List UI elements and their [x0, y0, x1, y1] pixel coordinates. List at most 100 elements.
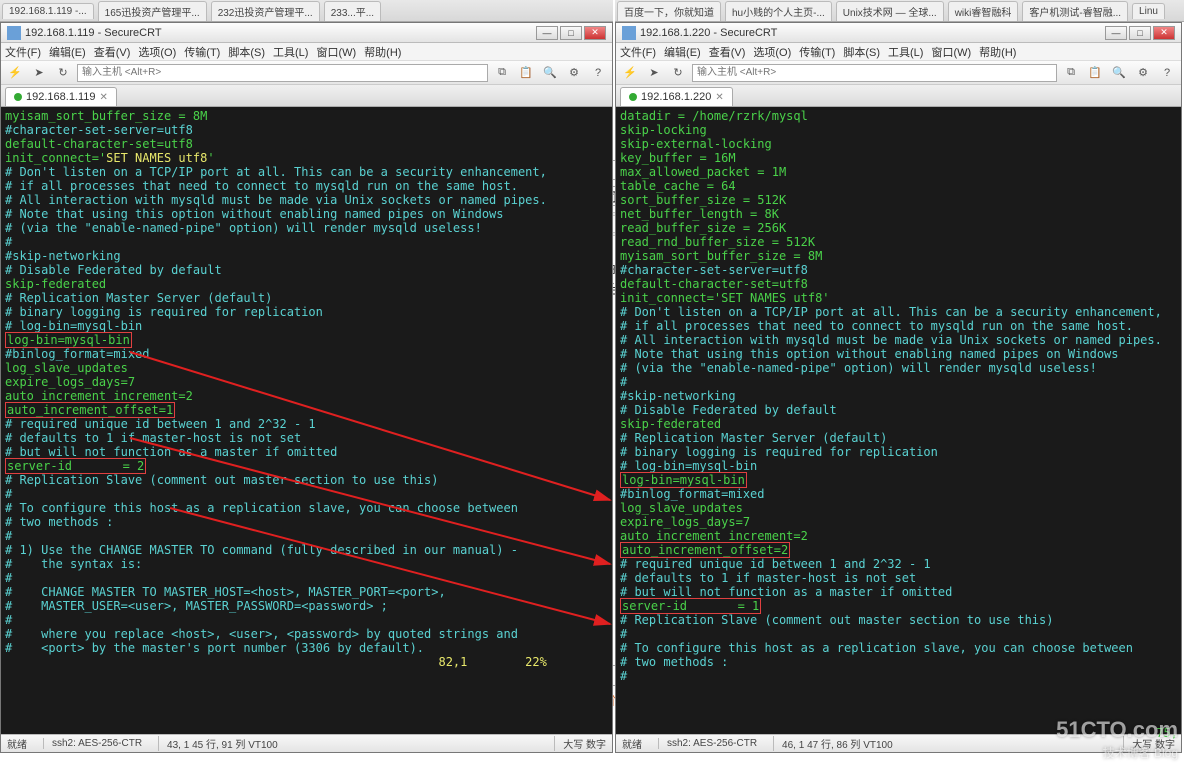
- terminal-line: skip-federated: [5, 277, 608, 291]
- paste-icon[interactable]: 📋: [1085, 64, 1105, 82]
- menu-item[interactable]: 选项(O): [753, 44, 791, 60]
- terminal-left[interactable]: myisam_sort_buffer_size = 8M#character-s…: [1, 107, 612, 734]
- terminal-line: # (via the "enable-named-pipe" option) w…: [5, 221, 608, 235]
- menu-item[interactable]: 脚本(S): [843, 44, 880, 60]
- menu-item[interactable]: 帮助(H): [364, 44, 401, 60]
- connect-icon[interactable]: ⚡: [5, 64, 25, 82]
- menu-item[interactable]: 帮助(H): [979, 44, 1016, 60]
- close-button[interactable]: ✕: [1153, 26, 1175, 40]
- window-title: 192.168.1.220 - SecureCRT: [640, 27, 777, 39]
- browser-tab[interactable]: 232迅投资产管理平...: [211, 1, 320, 21]
- terminal-line: #: [5, 529, 608, 543]
- close-tab-icon[interactable]: ✕: [100, 92, 108, 103]
- menu-item[interactable]: 窗口(W): [316, 44, 356, 60]
- reconnect-icon[interactable]: ↻: [668, 64, 688, 82]
- session-tab[interactable]: 192.168.1.119 ✕: [5, 87, 117, 106]
- host-input-left[interactable]: [77, 64, 488, 82]
- find-icon[interactable]: 🔍: [540, 64, 560, 82]
- reconnect-icon[interactable]: ↻: [53, 64, 73, 82]
- terminal-line: default-character-set=utf8: [620, 277, 1177, 291]
- toolbar-right: ⚡ ➤ ↻ ⧉ 📋 🔍 ⚙ ?: [616, 61, 1181, 85]
- menu-item[interactable]: 选项(O): [138, 44, 176, 60]
- menu-item[interactable]: 工具(L): [273, 44, 308, 60]
- session-tabs-left: 192.168.1.119 ✕: [1, 85, 612, 107]
- window-title: 192.168.1.119 - SecureCRT: [25, 27, 162, 39]
- menu-item[interactable]: 编辑(E): [49, 44, 86, 60]
- terminal-line: auto_increment_increment=2: [620, 529, 1177, 543]
- status-position: 46, 1 47 行, 86 列 VT100: [773, 736, 893, 751]
- terminal-line: read_buffer_size = 256K: [620, 221, 1177, 235]
- browser-tab[interactable]: Linu: [1132, 3, 1165, 19]
- terminal-line: #: [620, 375, 1177, 389]
- paste-icon[interactable]: 📋: [516, 64, 536, 82]
- help-icon[interactable]: ?: [1157, 64, 1177, 82]
- terminal-line: #character-set-server=utf8: [620, 263, 1177, 277]
- terminal-line: log-bin=mysql-bin: [620, 473, 1177, 487]
- menu-item[interactable]: 文件(F): [620, 44, 656, 60]
- maximize-button[interactable]: □: [1129, 26, 1151, 40]
- terminal-line: #binlog_format=mixed: [5, 347, 608, 361]
- menu-item[interactable]: 传输(T): [799, 44, 835, 60]
- terminal-line: # defaults to 1 if master-host is not se…: [5, 431, 608, 445]
- find-icon[interactable]: 🔍: [1109, 64, 1129, 82]
- menu-item[interactable]: 窗口(W): [931, 44, 971, 60]
- terminal-line: # Replication Master Server (default): [620, 431, 1177, 445]
- terminal-line: log-bin=mysql-bin: [5, 333, 608, 347]
- close-button[interactable]: ✕: [584, 26, 606, 40]
- terminal-line: # <port> by the master's port number (33…: [5, 641, 608, 655]
- menu-item[interactable]: 编辑(E): [664, 44, 701, 60]
- terminal-line: # Don't listen on a TCP/IP port at all. …: [620, 305, 1177, 319]
- menu-item[interactable]: 文件(F): [5, 44, 41, 60]
- terminal-right[interactable]: datadir = /home/rzrk/mysqlskip-lockingsk…: [616, 107, 1181, 734]
- terminal-line: #binlog_format=mixed: [620, 487, 1177, 501]
- browser-tab[interactable]: hu小贱的个人主页-...: [725, 1, 832, 21]
- settings-icon[interactable]: ⚙: [1133, 64, 1153, 82]
- terminal-line: # Disable Federated by default: [5, 263, 608, 277]
- line-indicator-right: 75,: [1156, 726, 1178, 740]
- terminal-line: # log-bin=mysql-bin: [5, 319, 608, 333]
- minimize-button[interactable]: —: [1105, 26, 1127, 40]
- connect-icon[interactable]: ⚡: [620, 64, 640, 82]
- session-tab[interactable]: 192.168.1.220 ✕: [620, 87, 733, 106]
- terminal-line: # log-bin=mysql-bin: [620, 459, 1177, 473]
- terminal-line: # All interaction with mysqld must be ma…: [5, 193, 608, 207]
- browser-tab[interactable]: Unix技术网 — 全球...: [836, 1, 944, 21]
- session-tab-label: 192.168.1.119: [26, 91, 96, 103]
- browser-tab[interactable]: 192.168.1.119 -...: [2, 3, 94, 19]
- browser-tab[interactable]: wiki睿智融科: [948, 1, 1019, 21]
- help-icon[interactable]: ?: [588, 64, 608, 82]
- terminal-line: # Note that using this option without en…: [5, 207, 608, 221]
- quick-connect-icon[interactable]: ➤: [29, 64, 49, 82]
- menu-item[interactable]: 传输(T): [184, 44, 220, 60]
- browser-tab[interactable]: 233...平...: [324, 1, 381, 21]
- terminal-line: server-id = 2: [5, 459, 608, 473]
- terminal-line: auto_increment_offset=2: [620, 543, 1177, 557]
- toolbar-left: ⚡ ➤ ↻ ⧉ 📋 🔍 ⚙ ?: [1, 61, 612, 85]
- copy-icon[interactable]: ⧉: [492, 64, 512, 82]
- close-tab-icon[interactable]: ✕: [715, 92, 723, 103]
- menubar-left: 文件(F) 编辑(E) 查看(V) 选项(O) 传输(T) 脚本(S) 工具(L) 窗口(W)…: [1, 43, 612, 61]
- browser-tab[interactable]: 百度一下，你就知道: [617, 1, 721, 21]
- browser-tab[interactable]: 客户机测试-睿智融...: [1022, 1, 1128, 21]
- menu-item[interactable]: 查看(V): [94, 44, 131, 60]
- terminal-line: # defaults to 1 if master-host is not se…: [620, 571, 1177, 585]
- menu-item[interactable]: 查看(V): [709, 44, 746, 60]
- session-tab-label: 192.168.1.220: [641, 91, 711, 103]
- minimize-button[interactable]: —: [536, 26, 558, 40]
- settings-icon[interactable]: ⚙: [564, 64, 584, 82]
- browser-tab[interactable]: 165迅投资产管理平...: [98, 1, 207, 21]
- terminal-line: # required unique id between 1 and 2^32 …: [5, 417, 608, 431]
- menu-item[interactable]: 脚本(S): [228, 44, 265, 60]
- menu-item[interactable]: 工具(L): [888, 44, 923, 60]
- terminal-line: # the syntax is:: [5, 557, 608, 571]
- terminal-line: myisam_sort_buffer_size = 8M: [5, 109, 608, 123]
- host-input-right[interactable]: [692, 64, 1057, 82]
- terminal-line: #: [620, 669, 1177, 683]
- app-icon: [622, 26, 636, 40]
- maximize-button[interactable]: □: [560, 26, 582, 40]
- terminal-line: log_slave_updates: [5, 361, 608, 375]
- terminal-line: skip-external-locking: [620, 137, 1177, 151]
- copy-icon[interactable]: ⧉: [1061, 64, 1081, 82]
- terminal-line: # To configure this host as a replicatio…: [5, 501, 608, 515]
- quick-connect-icon[interactable]: ➤: [644, 64, 664, 82]
